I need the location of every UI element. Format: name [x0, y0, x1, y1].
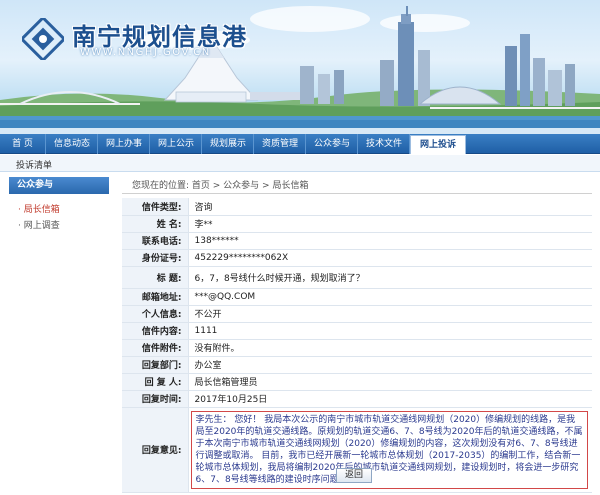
row-value: 1111	[188, 322, 592, 340]
sub-nav-bar: 投诉清单	[0, 155, 600, 172]
row-value: 不公开	[188, 305, 592, 323]
row-value: 2017年10月25日	[188, 390, 592, 408]
sidebar-item-label: 局长信箱	[23, 205, 60, 215]
nav-item-home[interactable]: 首 页	[0, 134, 46, 154]
row-key: 标 题:	[122, 266, 189, 289]
row-key: 信件类型:	[122, 198, 189, 216]
table-row: 姓 名: 李**	[122, 215, 592, 233]
breadcrumb-prefix: 您现在的位置:	[132, 181, 190, 191]
row-key: 回复意见:	[122, 407, 189, 493]
row-key: 姓 名:	[122, 215, 189, 233]
row-key: 回复部门:	[122, 356, 189, 374]
sidebar-item-survey[interactable]: · 网上调查	[18, 218, 60, 231]
back-button[interactable]: 返回	[336, 468, 372, 483]
site-banner: 南宁规划信息港 WWW.NNGHJ.GOV.CN	[0, 0, 600, 134]
row-key: 邮箱地址:	[122, 288, 189, 306]
nav-item-news[interactable]: 信息动态	[46, 134, 98, 154]
breadcrumb-path[interactable]: 首页 > 公众参与 > 局长信箱	[192, 181, 309, 191]
table-row: 身份证号: 452229********062X	[122, 249, 592, 267]
sidebar-item-label: 网上调查	[23, 221, 60, 231]
sidebar-item-mailbox[interactable]: · 局长信箱	[18, 202, 60, 215]
table-row: 邮箱地址: ***@QQ.COM	[122, 288, 592, 306]
nav-item-online-notice[interactable]: 网上公示	[150, 134, 202, 154]
site-url: WWW.NNGHJ.GOV.CN	[80, 47, 211, 58]
row-value: 138******	[188, 232, 592, 250]
table-row: 回复时间: 2017年10月25日	[122, 390, 592, 408]
reply-text: 李先生： 您好！ 我局本次公示的南宁市城市轨道交通线网规划（2020）修编规划的…	[190, 410, 588, 489]
row-key: 联系电话:	[122, 232, 189, 250]
main-nav: 首 页 信息动态 网上办事 网上公示 规划展示 资质管理 公众参与 技术文件 网…	[0, 134, 600, 154]
table-row: 信件类型: 咨询	[122, 198, 592, 216]
row-key: 信件附件:	[122, 339, 189, 357]
row-value: 李**	[188, 215, 592, 233]
row-key: 信件内容:	[122, 322, 189, 340]
sub-nav-label[interactable]: 投诉清单	[16, 158, 52, 171]
nav-item-online-service[interactable]: 网上办事	[98, 134, 150, 154]
row-value: 局长信箱管理员	[188, 373, 592, 391]
nav-item-public-participation[interactable]: 公众参与	[306, 134, 358, 154]
row-value: 李先生： 您好！ 我局本次公示的南宁市城市轨道交通线网规划（2020）修编规划的…	[188, 407, 592, 493]
city-logo-icon	[22, 18, 64, 60]
table-row: 信件内容: 1111	[122, 322, 592, 340]
row-key: 身份证号:	[122, 249, 189, 267]
sidebar-title: 公众参与	[9, 177, 109, 194]
table-row: 个人信息: 不公开	[122, 305, 592, 323]
nav-item-technical-docs[interactable]: 技术文件	[358, 134, 410, 154]
divider	[122, 193, 592, 194]
row-value: 咨询	[188, 198, 592, 216]
table-row: 回复部门: 办公室	[122, 356, 592, 374]
row-key: 回复时间:	[122, 390, 189, 408]
table-row: 回 复 人: 局长信箱管理员	[122, 373, 592, 391]
breadcrumb: 您现在的位置: 首页 > 公众参与 > 局长信箱	[122, 178, 592, 192]
table-row: 标 题: 6，7，8号线什么时候开通，规划取消了？	[122, 266, 592, 289]
nav-item-qualification[interactable]: 资质管理	[254, 134, 306, 154]
nav-item-complaint[interactable]: 网上投诉	[410, 135, 466, 154]
row-value: 452229********062X	[188, 249, 592, 267]
row-value: 办公室	[188, 356, 592, 374]
row-value: ***@QQ.COM	[188, 288, 592, 306]
letter-detail-table: 信件类型: 咨询 姓 名: 李** 联系电话: 138****** 身份证号: 4522…	[122, 198, 592, 493]
table-row: 联系电话: 138******	[122, 232, 592, 250]
row-key: 回 复 人:	[122, 373, 189, 391]
row-value: 6，7，8号线什么时候开通，规划取消了？	[188, 266, 592, 289]
nav-item-planning-display[interactable]: 规划展示	[202, 134, 254, 154]
table-row: 信件附件: 没有附件。	[122, 339, 592, 357]
row-key: 个人信息:	[122, 305, 189, 323]
row-value: 没有附件。	[188, 339, 592, 357]
